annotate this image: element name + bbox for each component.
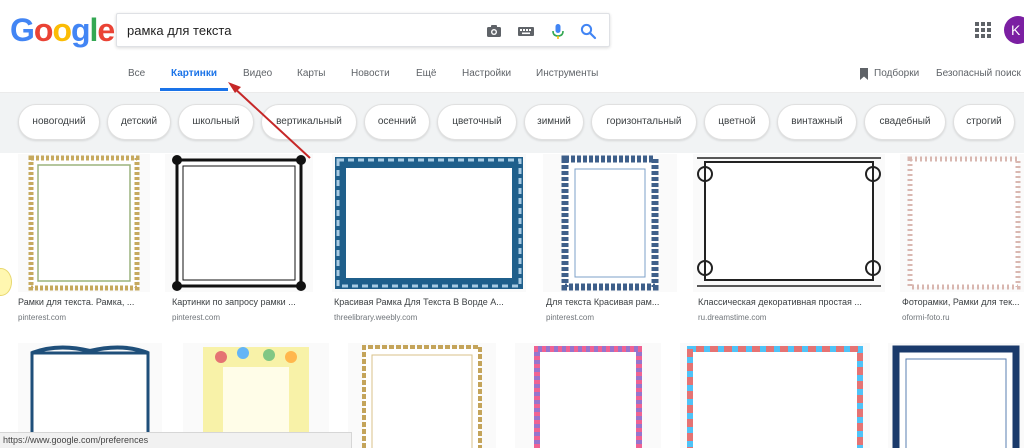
tab-maps[interactable]: Карты <box>297 68 326 79</box>
result-title[interactable]: Классическая декоративная простая ... <box>698 297 884 307</box>
image-result-thumbnail[interactable] <box>543 154 677 292</box>
keyboard-icon[interactable] <box>517 22 535 40</box>
chip[interactable]: зимний <box>524 104 584 140</box>
chip[interactable]: новогодний <box>18 104 100 140</box>
tab-video[interactable]: Видео <box>243 68 272 79</box>
result-source: pinterest.com <box>546 313 595 322</box>
result-title[interactable]: Красивая Рамка Для Текста В Ворде А... <box>334 297 526 307</box>
chip[interactable]: детский <box>107 104 171 140</box>
chip[interactable]: свадебный <box>864 104 946 140</box>
logo-letter: o <box>52 12 72 48</box>
chip[interactable]: винтажный <box>777 104 857 140</box>
active-tab-indicator <box>160 88 228 91</box>
image-result-thumbnail[interactable] <box>888 343 1024 448</box>
result-source: pinterest.com <box>18 313 67 322</box>
tab-images[interactable]: Картинки <box>171 68 217 79</box>
result-source: pinterest.com <box>172 313 221 322</box>
google-images-page: Google K Все <box>0 0 1024 448</box>
logo-letter: l <box>89 12 99 48</box>
image-result-thumbnail[interactable] <box>693 154 885 292</box>
image-result-thumbnail[interactable] <box>348 343 496 448</box>
bookmarks-link[interactable]: Подборки <box>874 68 919 79</box>
image-result-thumbnail[interactable] <box>165 154 313 292</box>
logo-letter: e <box>97 12 115 48</box>
search-tabs: Все Картинки Видео Карты Новости Ещё Нас… <box>0 66 1024 90</box>
apps-grid-icon[interactable] <box>975 22 991 38</box>
chip[interactable]: осенний <box>364 104 430 140</box>
image-result-thumbnail[interactable] <box>515 343 661 448</box>
chip[interactable]: строгий <box>953 104 1015 140</box>
result-title[interactable]: Рамки для текста. Рамка, ... <box>18 297 150 307</box>
search-input[interactable] <box>127 20 467 40</box>
search-icon[interactable] <box>579 22 597 40</box>
result-title[interactable]: Для текста Красивая рам... <box>546 297 678 307</box>
result-source: oformi-foto.ru <box>902 313 950 322</box>
logo-letter: G <box>10 12 35 48</box>
logo-letter: o <box>33 12 54 48</box>
tab-settings[interactable]: Настройки <box>462 68 511 79</box>
image-result-thumbnail[interactable] <box>18 154 150 292</box>
tab-all[interactable]: Все <box>128 68 145 79</box>
tab-tools[interactable]: Инструменты <box>536 68 598 79</box>
avatar[interactable]: K <box>1004 16 1024 44</box>
chip[interactable]: горизонтальный <box>591 104 697 140</box>
chip[interactable]: цветной <box>704 104 770 140</box>
microphone-icon[interactable] <box>549 22 567 40</box>
google-logo[interactable]: Google <box>10 12 115 49</box>
result-source: threelibrary.weebly.com <box>334 313 418 322</box>
chip[interactable]: вертикальный <box>261 104 357 140</box>
image-result-thumbnail[interactable] <box>332 154 526 292</box>
result-source: ru.dreamstime.com <box>698 313 767 322</box>
image-result-thumbnail[interactable] <box>900 154 1024 292</box>
browser-status-bar: https://www.google.com/preferences <box>0 432 352 448</box>
logo-letter: g <box>70 12 91 48</box>
tab-more[interactable]: Ещё <box>416 68 436 79</box>
search-box <box>116 13 610 47</box>
chip[interactable]: цветочный <box>437 104 517 140</box>
cursor-highlight <box>0 268 12 296</box>
chip[interactable]: школьный <box>178 104 254 140</box>
result-title[interactable]: Фоторамки, Рамки для тек... <box>902 297 1024 307</box>
tab-news[interactable]: Новости <box>351 68 390 79</box>
safesearch-link[interactable]: Безопасный поиск <box>936 68 1021 79</box>
result-title[interactable]: Картинки по запросу рамки ... <box>172 297 312 307</box>
bookmark-icon <box>860 68 868 80</box>
image-result-thumbnail[interactable] <box>680 343 870 448</box>
camera-icon[interactable] <box>485 22 503 40</box>
